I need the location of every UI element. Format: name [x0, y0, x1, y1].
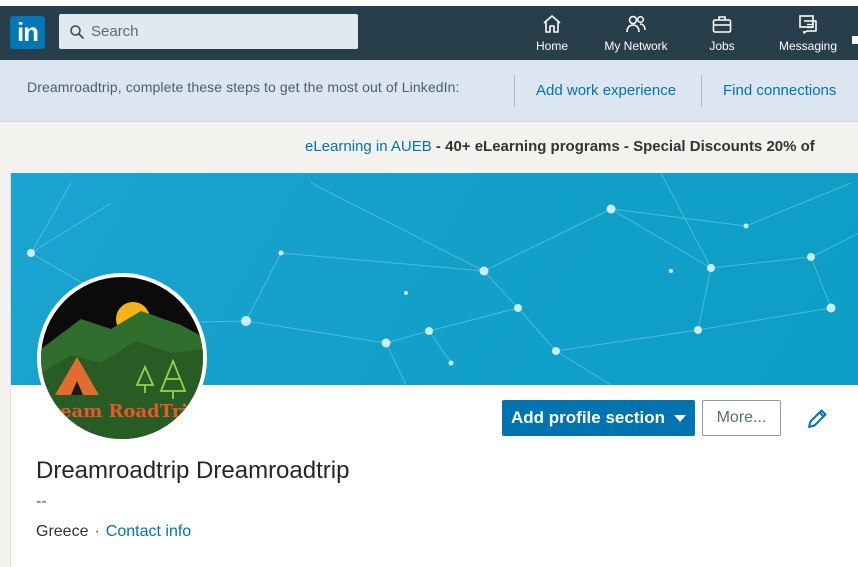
ad-link[interactable]: eLearning in AUEB	[305, 138, 432, 155]
steps-divider	[514, 75, 515, 107]
steps-divider	[701, 75, 702, 107]
linkedin-logo[interactable]: in	[10, 16, 45, 49]
avatar-image: Dream RoadTrip	[41, 277, 203, 439]
profile-card: Dream RoadTrip Add profile section More.…	[10, 173, 858, 567]
ad-text: - 40+ eLearning programs - Special Disco…	[431, 138, 815, 155]
search-icon	[70, 24, 84, 39]
add-profile-section-button[interactable]: Add profile section	[502, 400, 695, 436]
nav-item-jobs[interactable]: Jobs	[700, 12, 744, 56]
nav-overflow-edge	[852, 36, 858, 44]
nav-item-home[interactable]: Home	[530, 12, 574, 56]
home-icon	[543, 15, 561, 33]
briefcase-icon	[712, 16, 732, 33]
onboarding-steps-banner: Dreamroadtrip, complete these steps to g…	[0, 60, 858, 122]
nav-label-home: Home	[535, 39, 568, 53]
sponsored-ad-line[interactable]: eLearning in AUEB - 40+ eLearning progra…	[305, 138, 815, 155]
dream-roadtrip-logo: Dream RoadTrip	[41, 302, 203, 439]
caret-down-icon	[673, 414, 686, 422]
avatar-logo-text: Dream RoadTrip	[41, 401, 201, 422]
top-nav: in Home My Network Jobs	[0, 0, 858, 60]
nav-item-my-network[interactable]: My Network	[597, 12, 675, 56]
search-bar[interactable]	[59, 14, 358, 49]
network-icon	[626, 15, 646, 33]
window-top-strip	[0, 0, 858, 6]
nav-label-jobs: Jobs	[709, 39, 735, 53]
location-row: Greece · Contact info	[36, 523, 191, 541]
profile-name: Dreamroadtrip Dreamroadtrip	[36, 457, 350, 484]
add-profile-section-label: Add profile section	[511, 408, 665, 427]
nav-item-messaging[interactable]: Messaging	[772, 12, 844, 56]
pencil-icon[interactable]	[805, 407, 829, 431]
profile-headline: --	[36, 493, 47, 510]
nav-label-messaging: Messaging	[778, 39, 838, 53]
contact-info-link[interactable]: Contact info	[106, 523, 191, 540]
profile-location: Greece	[36, 523, 89, 540]
search-input[interactable]	[91, 23, 341, 40]
avatar[interactable]: Dream RoadTrip	[37, 273, 207, 443]
nav-label-my-network: My Network	[604, 39, 668, 53]
steps-prompt: Dreamroadtrip, complete these steps to g…	[27, 79, 460, 95]
separator-dot: ·	[94, 523, 100, 540]
add-work-experience-link[interactable]: Add work experience	[536, 82, 676, 99]
messaging-icon	[799, 15, 817, 34]
more-button[interactable]: More...	[702, 400, 781, 436]
find-connections-link[interactable]: Find connections	[723, 82, 836, 99]
